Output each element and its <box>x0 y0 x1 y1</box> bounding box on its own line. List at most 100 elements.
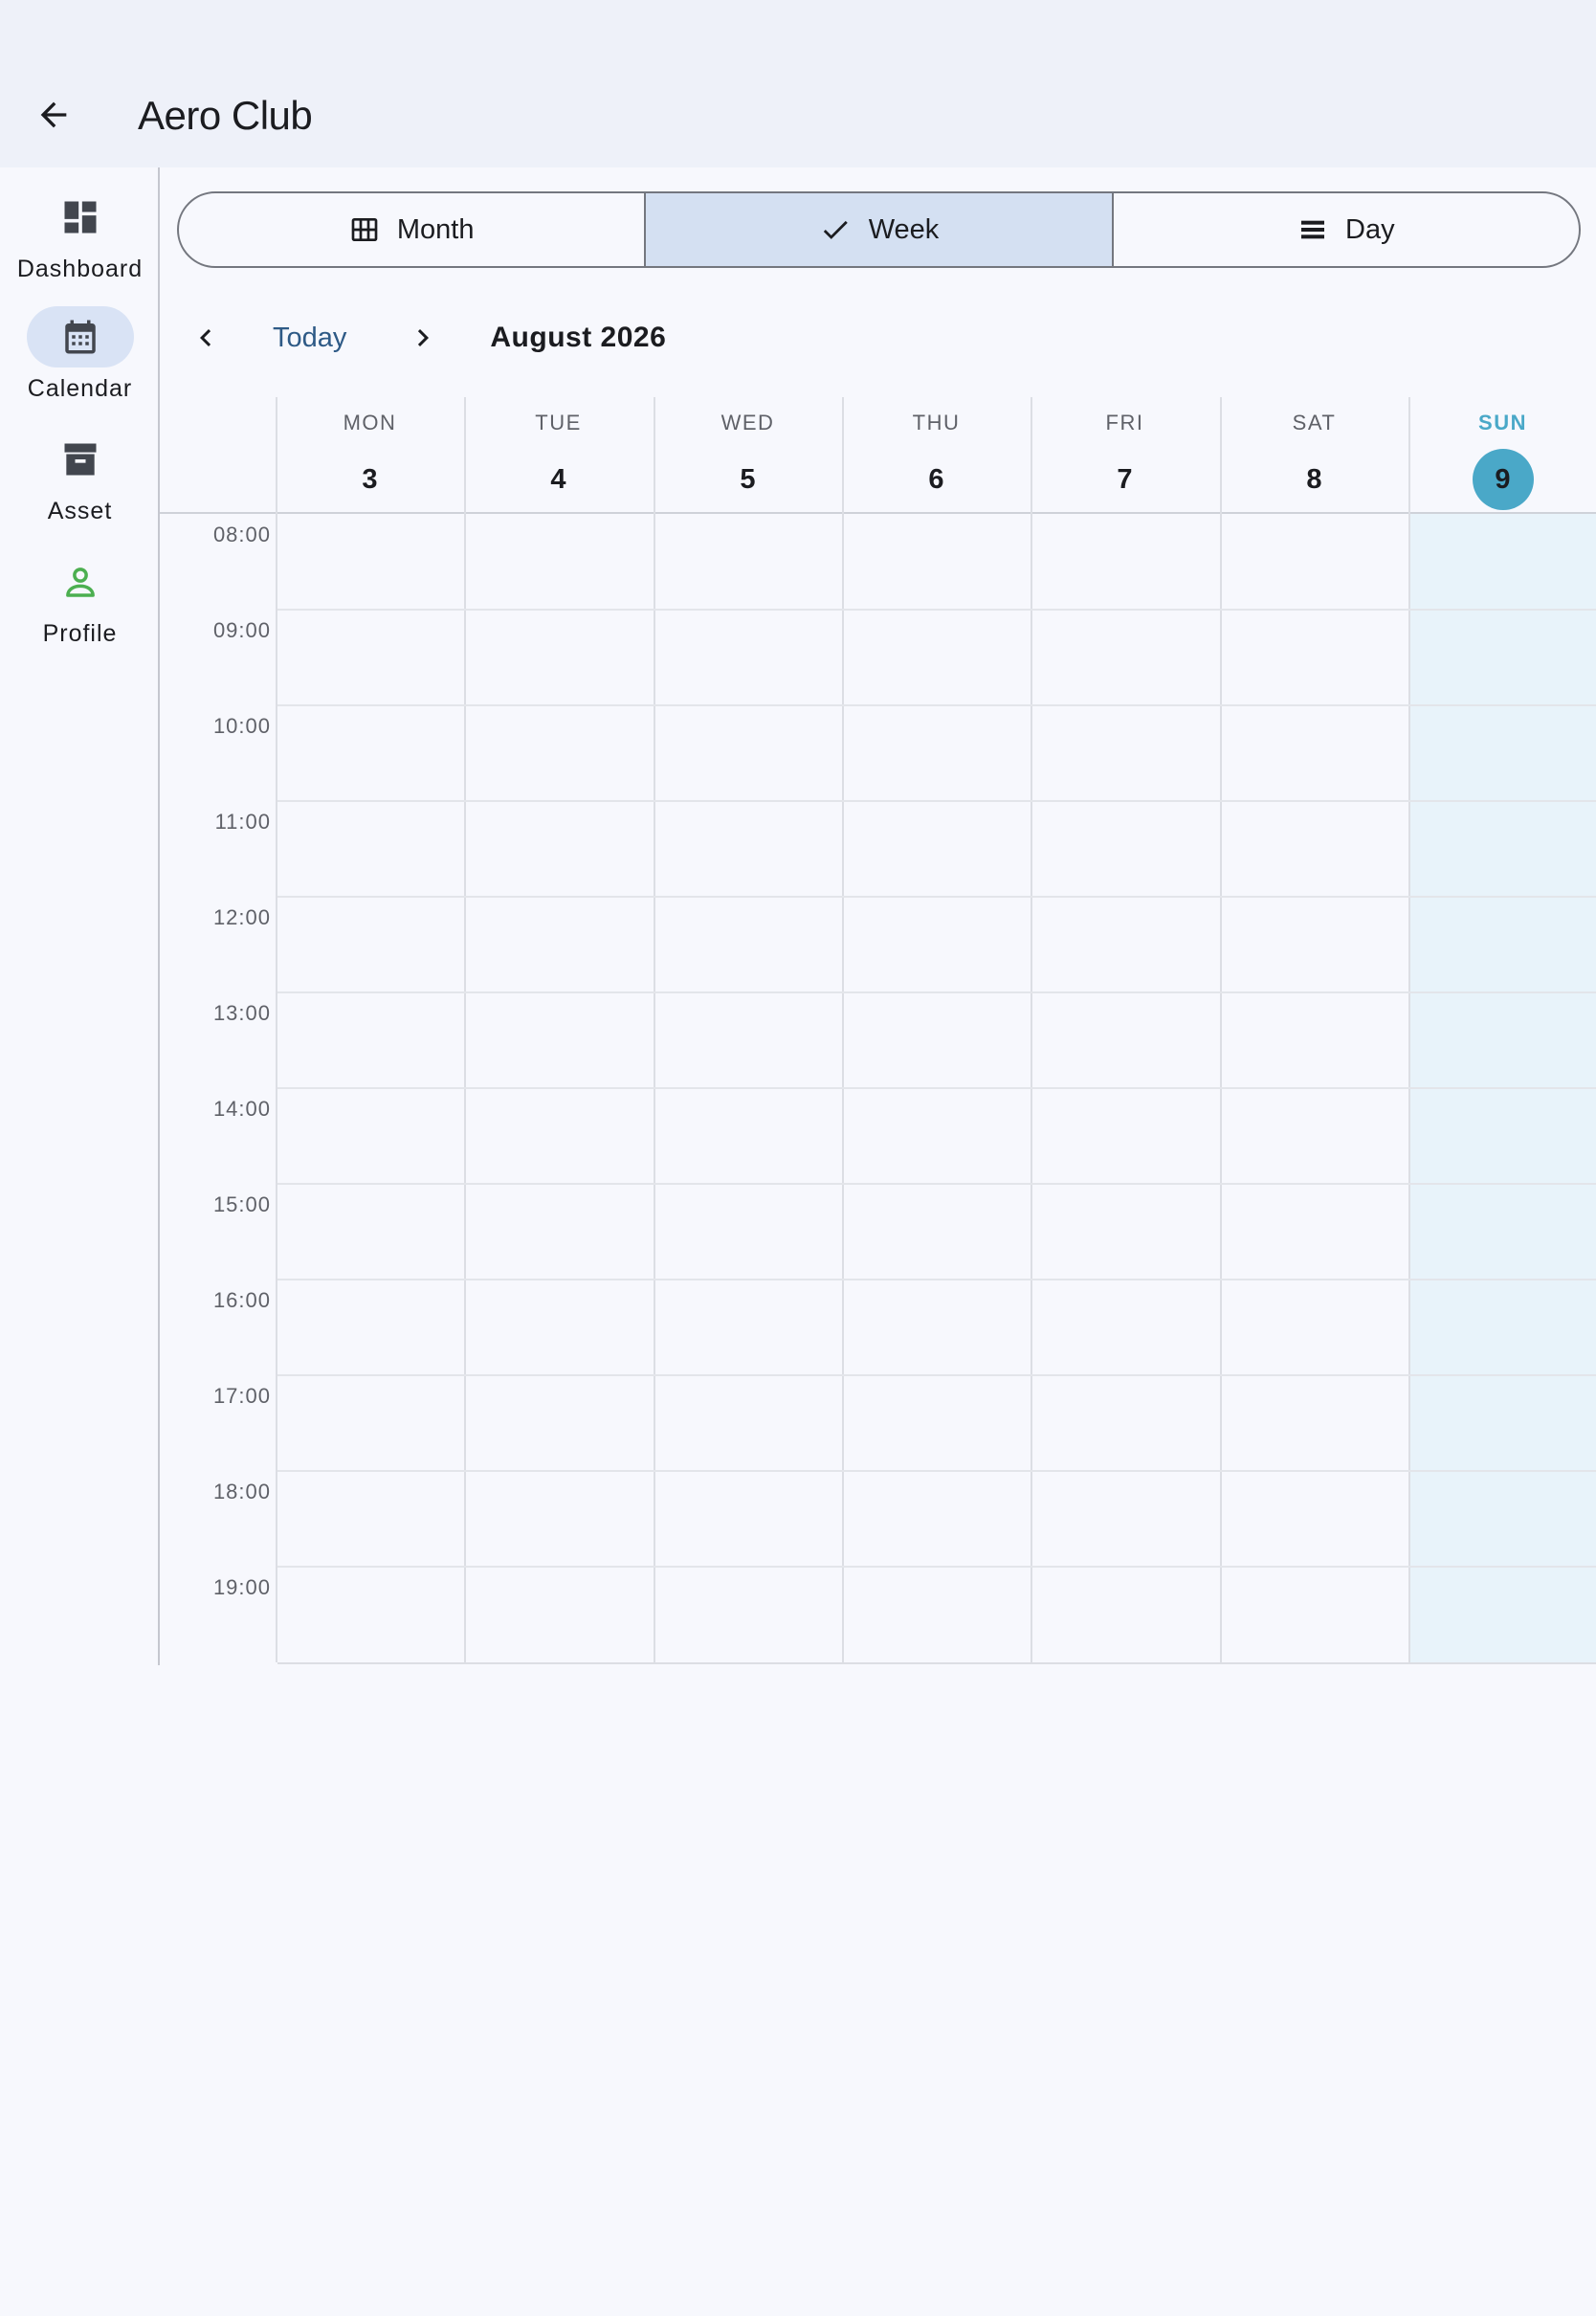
time-slot[interactable] <box>655 515 842 609</box>
rail-item-profile[interactable]: Profile <box>0 551 160 657</box>
time-slot[interactable] <box>844 1089 1031 1183</box>
time-slot[interactable] <box>1222 515 1408 609</box>
time-slot[interactable] <box>844 1185 1031 1279</box>
time-slot[interactable] <box>277 1568 464 1661</box>
rail-item-dashboard[interactable]: Dashboard <box>0 187 160 292</box>
time-slot[interactable] <box>277 1280 464 1374</box>
time-slot[interactable] <box>655 898 842 991</box>
time-slot[interactable] <box>277 611 464 704</box>
time-slot[interactable] <box>844 1280 1031 1374</box>
time-slot[interactable] <box>1410 515 1596 609</box>
time-slot[interactable] <box>1410 611 1596 704</box>
time-slot[interactable] <box>844 1568 1031 1661</box>
time-slot[interactable] <box>844 898 1031 991</box>
time-slot[interactable] <box>655 611 842 704</box>
time-slot[interactable] <box>844 515 1031 609</box>
time-slot[interactable] <box>655 1568 842 1661</box>
today-button[interactable]: Today <box>273 323 346 354</box>
time-slot[interactable] <box>1032 1472 1219 1566</box>
time-slot[interactable] <box>1032 898 1219 991</box>
time-slot[interactable] <box>466 1472 653 1566</box>
time-slot[interactable] <box>1410 802 1596 896</box>
time-slot[interactable] <box>655 1376 842 1470</box>
time-slot[interactable] <box>466 611 653 704</box>
time-slot[interactable] <box>277 993 464 1087</box>
time-slot[interactable] <box>1410 706 1596 800</box>
day-header-fri[interactable]: FRI 7 <box>1031 397 1219 512</box>
time-slot[interactable] <box>466 706 653 800</box>
time-slot[interactable] <box>1222 706 1408 800</box>
time-slot[interactable] <box>1222 802 1408 896</box>
rail-item-calendar[interactable]: Calendar <box>0 306 160 412</box>
previous-week-button[interactable] <box>177 309 234 367</box>
time-slot[interactable] <box>1410 1185 1596 1279</box>
time-slot[interactable] <box>277 1185 464 1279</box>
time-slot[interactable] <box>1032 1089 1219 1183</box>
time-slot[interactable] <box>1410 1376 1596 1470</box>
time-slot[interactable] <box>1410 1280 1596 1374</box>
time-slot[interactable] <box>466 1089 653 1183</box>
time-slot[interactable] <box>277 1376 464 1470</box>
time-slot[interactable] <box>466 515 653 609</box>
day-header-wed[interactable]: WED 5 <box>654 397 842 512</box>
time-slot[interactable] <box>277 1089 464 1183</box>
time-slot[interactable] <box>1410 993 1596 1087</box>
month-view-button[interactable]: Month <box>179 193 644 266</box>
time-slot[interactable] <box>1032 1376 1219 1470</box>
time-slot[interactable] <box>277 898 464 991</box>
time-slot[interactable] <box>1032 993 1219 1087</box>
time-slot[interactable] <box>655 1089 842 1183</box>
time-slot[interactable] <box>655 802 842 896</box>
time-slot[interactable] <box>466 1280 653 1374</box>
week-view-button[interactable]: Week <box>644 193 1112 266</box>
time-slot[interactable] <box>655 1280 842 1374</box>
time-slot[interactable] <box>1410 898 1596 991</box>
time-slot[interactable] <box>1410 1472 1596 1566</box>
rail-item-asset[interactable]: Asset <box>0 429 160 534</box>
time-slot[interactable] <box>655 993 842 1087</box>
day-view-button[interactable]: Day <box>1111 193 1579 266</box>
time-slot[interactable] <box>466 898 653 991</box>
time-slot[interactable] <box>466 1185 653 1279</box>
time-slot[interactable] <box>1222 1472 1408 1566</box>
time-slot[interactable] <box>1222 1185 1408 1279</box>
time-slot[interactable] <box>1410 1568 1596 1661</box>
time-slot[interactable] <box>1222 1376 1408 1470</box>
time-slot[interactable] <box>1410 1089 1596 1183</box>
time-slot[interactable] <box>844 1376 1031 1470</box>
time-slot[interactable] <box>844 993 1031 1087</box>
time-slot[interactable] <box>277 706 464 800</box>
time-slot[interactable] <box>655 1472 842 1566</box>
time-slot[interactable] <box>1222 1568 1408 1661</box>
day-header-tue[interactable]: TUE 4 <box>464 397 653 512</box>
time-slot[interactable] <box>844 706 1031 800</box>
time-slot[interactable] <box>655 706 842 800</box>
time-slot[interactable] <box>1222 611 1408 704</box>
time-slot[interactable] <box>466 1568 653 1661</box>
time-slot[interactable] <box>1222 898 1408 991</box>
time-slot[interactable] <box>277 802 464 896</box>
time-slot[interactable] <box>466 993 653 1087</box>
day-header-thu[interactable]: THU 6 <box>842 397 1031 512</box>
day-header-mon[interactable]: MON 3 <box>276 397 464 512</box>
time-slot[interactable] <box>1032 1568 1219 1661</box>
time-slot[interactable] <box>844 1472 1031 1566</box>
time-slot[interactable] <box>1032 611 1219 704</box>
time-slot[interactable] <box>1032 1185 1219 1279</box>
time-slot[interactable] <box>1032 1280 1219 1374</box>
time-slot[interactable] <box>844 802 1031 896</box>
time-slot[interactable] <box>1222 993 1408 1087</box>
time-slot[interactable] <box>1032 515 1219 609</box>
next-week-button[interactable] <box>394 309 452 367</box>
time-slot[interactable] <box>1032 706 1219 800</box>
time-slot[interactable] <box>277 515 464 609</box>
time-slot[interactable] <box>1222 1089 1408 1183</box>
day-header-sat[interactable]: SAT 8 <box>1220 397 1408 512</box>
time-slot[interactable] <box>1032 802 1219 896</box>
time-slot[interactable] <box>466 1376 653 1470</box>
day-header-sun[interactable]: SUN 9 <box>1408 397 1596 512</box>
time-slot[interactable] <box>1222 1280 1408 1374</box>
time-slot[interactable] <box>844 611 1031 704</box>
time-slot[interactable] <box>277 1472 464 1566</box>
back-button[interactable] <box>25 86 82 144</box>
